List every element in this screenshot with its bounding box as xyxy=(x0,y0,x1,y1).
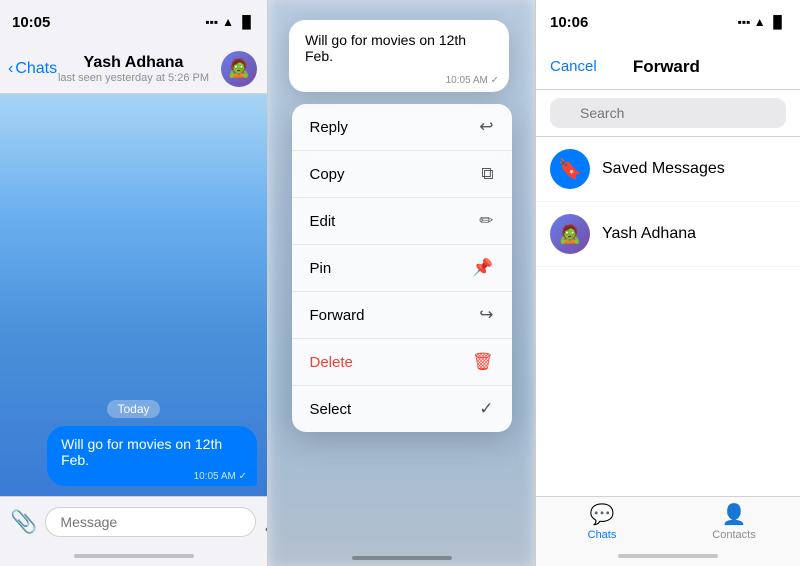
forward-label: Forward xyxy=(310,307,365,324)
tab-contacts[interactable]: 👤 Contacts xyxy=(668,497,800,546)
forward-tab-bar: 💬 Chats 👤 Contacts xyxy=(536,496,800,546)
menu-item-delete[interactable]: Delete 🗑 xyxy=(292,339,512,386)
chat-input-bar: 📎 🎤 xyxy=(0,496,267,546)
yash-avatar-emoji: 🧟 xyxy=(559,224,581,245)
date-label: Today xyxy=(107,400,159,418)
chats-tab-label: Chats xyxy=(588,529,617,541)
avatar[interactable]: 🧟 xyxy=(221,51,257,87)
menu-item-edit[interactable]: Edit ✏ xyxy=(292,198,512,245)
back-label[interactable]: Chats xyxy=(15,60,57,78)
reply-label: Reply xyxy=(310,119,348,136)
saved-messages-name: Saved Messages xyxy=(602,160,725,178)
cancel-button[interactable]: Cancel xyxy=(550,58,597,75)
menu-item-copy[interactable]: Copy ⧉ xyxy=(292,151,512,198)
pin-label: Pin xyxy=(310,260,332,277)
chat-panel: 10:05 ▪▪▪ ▲ ▐▌ ‹ Chats Yash Adhana last … xyxy=(0,0,268,566)
fwd-status-time: 10:06 xyxy=(550,14,588,31)
wifi-icon: ▲ xyxy=(222,15,234,29)
contacts-tab-label: Contacts xyxy=(712,529,755,541)
fwd-home-indicator xyxy=(536,546,800,566)
home-bar xyxy=(74,554,194,558)
reply-icon: ↩ xyxy=(479,117,493,137)
select-icon: ✓ xyxy=(479,399,493,419)
contacts-list: 🔖 Saved Messages 🧟 Yash Adhana xyxy=(536,137,800,496)
yash-avatar: 🧟 xyxy=(550,214,590,254)
chat-header: ‹ Chats Yash Adhana last seen yesterday … xyxy=(0,44,267,94)
fwd-signal-icon: ▪▪▪ xyxy=(738,15,751,29)
signal-icon: ▪▪▪ xyxy=(205,15,218,29)
contact-name: Yash Adhana xyxy=(84,54,184,72)
message-text: Will go for movies on 12th Feb. xyxy=(61,436,222,468)
forward-status-bar: 10:06 ▪▪▪ ▲ ▐▌ xyxy=(536,0,800,44)
search-wrapper: 🔍 xyxy=(550,98,786,128)
context-content: Will go for movies on 12th Feb. 10:05 AM… xyxy=(268,0,535,566)
delete-icon: 🗑 xyxy=(472,352,494,372)
delete-label: Delete xyxy=(310,354,353,371)
edit-icon: ✏ xyxy=(479,211,493,231)
fwd-battery-icon: ▐▌ xyxy=(769,15,786,29)
menu-item-forward[interactable]: Forward ↪ xyxy=(292,292,512,339)
forward-search-bar: 🔍 xyxy=(536,90,800,137)
message-input[interactable] xyxy=(45,507,256,537)
menu-item-pin[interactable]: Pin 📌 xyxy=(292,245,512,292)
context-menu-panel: Will go for movies on 12th Feb. 10:05 AM… xyxy=(268,0,535,566)
chats-tab-icon: 💬 xyxy=(590,502,615,527)
forward-icon: ↪ xyxy=(479,305,493,325)
select-label: Select xyxy=(310,401,352,418)
edit-label: Edit xyxy=(310,213,336,230)
fwd-wifi-icon: ▲ xyxy=(754,15,766,29)
avatar-emoji: 🧟 xyxy=(228,58,250,79)
status-time: 10:05 xyxy=(12,14,50,31)
saved-messages-avatar: 🔖 xyxy=(550,149,590,189)
menu-item-select[interactable]: Select ✓ xyxy=(292,386,512,432)
chevron-left-icon: ‹ xyxy=(8,60,13,78)
copy-icon: ⧉ xyxy=(481,164,493,184)
attach-icon[interactable]: 📎 xyxy=(10,509,37,535)
copy-label: Copy xyxy=(310,166,345,183)
contacts-tab-icon: 👤 xyxy=(722,502,747,527)
message-bubble[interactable]: Will go for movies on 12th Feb. 10:05 AM… xyxy=(47,426,257,486)
chat-background: Today Will go for movies on 12th Feb. 10… xyxy=(0,94,267,496)
fwd-home-bar xyxy=(618,554,718,558)
context-bubble-text: Will go for movies on 12th Feb. xyxy=(305,32,466,64)
forward-title: Forward xyxy=(633,57,700,77)
forward-panel: 10:06 ▪▪▪ ▲ ▐▌ Cancel Forward 🔍 🔖 Saved … xyxy=(535,0,800,566)
contact-status: last seen yesterday at 5:26 PM xyxy=(58,72,209,84)
contact-yash[interactable]: 🧟 Yash Adhana xyxy=(536,202,800,267)
status-bar: 10:05 ▪▪▪ ▲ ▐▌ xyxy=(0,0,267,44)
bookmark-icon: 🔖 xyxy=(558,157,583,182)
context-bubble-time: 10:05 AM ✓ xyxy=(446,75,499,86)
forward-header: Cancel Forward xyxy=(536,44,800,90)
menu-item-reply[interactable]: Reply ↩ xyxy=(292,104,512,151)
tab-chats[interactable]: 💬 Chats xyxy=(536,497,668,546)
fwd-status-icons: ▪▪▪ ▲ ▐▌ xyxy=(738,15,786,29)
home-indicator xyxy=(0,546,267,566)
context-bubble: Will go for movies on 12th Feb. 10:05 AM… xyxy=(289,20,509,92)
search-input[interactable] xyxy=(550,98,786,128)
yash-name: Yash Adhana xyxy=(602,225,696,243)
status-icons: ▪▪▪ ▲ ▐▌ xyxy=(205,15,255,29)
context-menu: Reply ↩ Copy ⧉ Edit ✏ Pin 📌 Forward ↪ De… xyxy=(292,104,512,432)
back-button[interactable]: ‹ Chats xyxy=(8,60,57,78)
battery-icon: ▐▌ xyxy=(238,15,255,29)
message-time: 10:05 AM ✓ xyxy=(194,471,247,482)
pin-icon: 📌 xyxy=(472,258,493,278)
contact-saved-messages[interactable]: 🔖 Saved Messages xyxy=(536,137,800,202)
